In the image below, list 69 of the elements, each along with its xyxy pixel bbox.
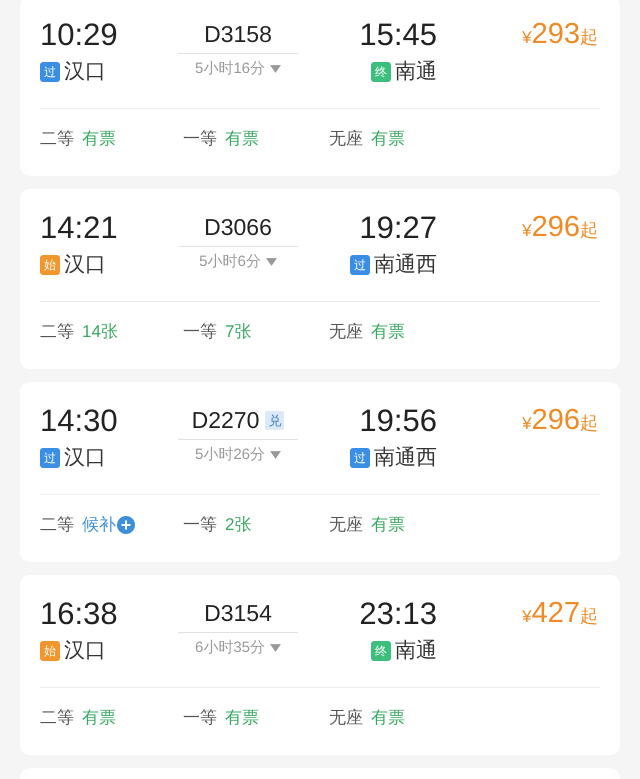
ticket-price: ¥427起	[521, 596, 599, 631]
arrival-station: 南通	[395, 59, 437, 85]
train-number: D3154	[204, 599, 272, 628]
seat-availability: 有票	[371, 707, 405, 730]
seat-class: 一等	[183, 514, 217, 536]
station-badge: 过	[350, 448, 370, 468]
train-number: D3158	[204, 20, 272, 50]
arrival-station: 南通西	[374, 252, 437, 278]
caret-icon[interactable]	[270, 644, 282, 652]
departure-station: 汉口	[64, 638, 106, 664]
arrival-time: 19:27	[359, 209, 437, 247]
seat-class: 无座	[329, 707, 363, 730]
departure-time: 16:38	[40, 595, 119, 633]
departure-time: 14:21	[40, 209, 119, 247]
ticket-price: ¥293起	[521, 17, 599, 52]
arrival-time: 23:13	[359, 595, 437, 633]
duration: 5小时16分	[194, 59, 266, 79]
train-number: D2270	[192, 406, 260, 436]
seat-class: 二等	[40, 514, 74, 536]
ticket-price: ¥296起	[521, 403, 599, 438]
seat-availability: 有票	[371, 514, 405, 536]
station-badge: 始	[40, 255, 60, 275]
arrival-time: 15:45	[359, 16, 437, 54]
seat-class: 一等	[183, 707, 217, 730]
seat-availability: 有票	[225, 128, 259, 150]
departure-station: 汉口	[64, 59, 106, 85]
station-badge: 过	[40, 448, 60, 468]
arrival-station: 南通	[395, 638, 437, 664]
seat-class: 一等	[183, 128, 217, 150]
departure-time: 14:30	[40, 402, 119, 440]
duration: 6小时35分	[194, 638, 266, 658]
seat-class: 二等	[40, 321, 74, 344]
seat-availability: 有票	[82, 128, 116, 150]
train-card[interactable]: 10:29 过 汉口 D3158 5小时16分 15:45 终 南通 ¥293起 二等 有票 一等 有票 无座 有票	[20, 0, 620, 176]
seat-class: 一等	[183, 321, 217, 344]
ticket-price: ¥296起	[521, 210, 599, 245]
duration: 5小时6分	[199, 252, 261, 272]
station-badge: 过	[350, 255, 370, 275]
departure-station: 汉口	[64, 445, 106, 471]
departure-time: 10:29	[40, 16, 119, 54]
train-tag: 兑	[265, 410, 284, 430]
duration: 5小时26分	[194, 445, 266, 465]
seat-availability: 有票	[371, 128, 405, 150]
seat-availability: 有票	[371, 321, 405, 344]
arrival-time: 19:56	[359, 402, 437, 440]
seat-class: 无座	[329, 514, 363, 536]
train-card[interactable]: 14:21 始 汉口 D3066 5小时6分 19:27 过 南通西 ¥296起 二等 14张 一等 7张 无座 有票	[20, 189, 620, 369]
departure-station: 汉口	[64, 252, 106, 278]
train-number: D3066	[204, 213, 272, 242]
seat-availability: 2张	[225, 514, 252, 536]
caret-icon[interactable]	[266, 258, 277, 266]
train-card[interactable]: 16:38 始 汉口 D3154 6小时35分 23:13 终 南通 ¥427起 二等 有票 一等 有票 无座 有票	[20, 575, 620, 755]
caret-icon[interactable]	[270, 451, 282, 460]
station-badge: 终	[371, 641, 391, 661]
seat-class: 二等	[40, 128, 74, 150]
seat-class: 二等	[40, 707, 74, 730]
arrival-station: 南通西	[374, 445, 437, 471]
train-card[interactable]: 14:30 过 汉口 D2270 兑 5小时26分 19:56 过 南通西 ¥296起 二等 候补 一等 2张 无座 有票	[20, 382, 620, 562]
seat-availability: 14张	[82, 321, 118, 344]
plus-icon[interactable]	[117, 516, 135, 534]
seat-availability: 有票	[82, 707, 116, 730]
seat-class: 无座	[329, 128, 363, 150]
seat-availability: 有票	[225, 707, 259, 730]
station-badge: 终	[371, 62, 391, 82]
caret-icon[interactable]	[270, 65, 282, 74]
station-badge: 始	[40, 641, 60, 661]
seat-class: 无座	[329, 321, 363, 344]
seat-availability: 7张	[225, 321, 252, 344]
station-badge: 过	[40, 62, 60, 82]
